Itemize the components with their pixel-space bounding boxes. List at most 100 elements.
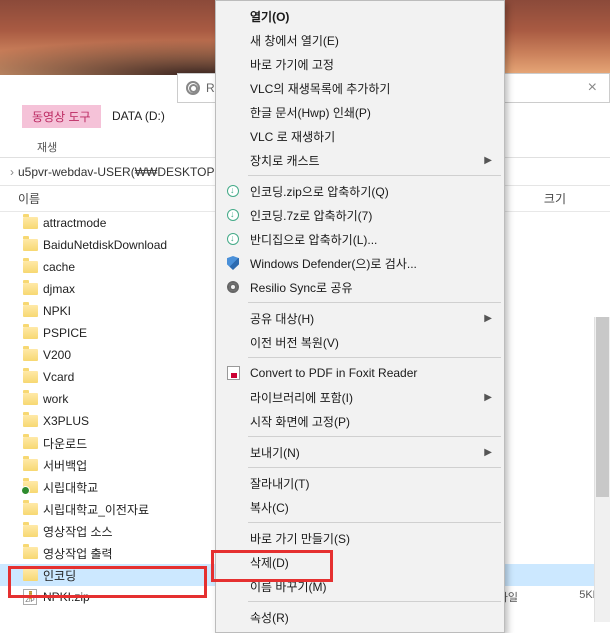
folder-icon [22, 545, 38, 561]
file-name: Vcard [43, 370, 74, 384]
file-name: PSPICE [43, 326, 87, 340]
context-menu-item[interactable]: 인코딩.zip으로 압축하기(Q) [218, 179, 502, 203]
menu-item-label: 새 창에서 열기(E) [250, 32, 339, 49]
context-menu-item[interactable]: 새 창에서 열기(E) [218, 28, 502, 52]
menu-item-label: 보내기(N) [250, 444, 300, 461]
file-name: 영상작업 소스 [43, 523, 113, 540]
menu-item-label: 바로 가기 만들기(S) [250, 530, 350, 547]
breadcrumb-segment[interactable]: u5pvr-webdav-USER(₩₩DESKTOP-CH [18, 165, 236, 179]
file-name: 시립대학교_이전자료 [43, 501, 149, 518]
ribbon-section-play: 재생 [37, 139, 57, 155]
menu-item-label: 열기(O) [250, 8, 289, 25]
menu-item-label: 인코딩.7z로 압축하기(7) [250, 207, 372, 224]
menu-separator [248, 436, 501, 437]
menu-item-label: 시작 화면에 고정(P) [250, 413, 350, 430]
menu-separator [248, 175, 501, 176]
folder-icon [22, 567, 38, 583]
context-menu-item[interactable]: VLC의 재생목록에 추가하기 [218, 76, 502, 100]
file-name: attractmode [43, 216, 106, 230]
menu-item-label: 잘라내기(T) [250, 475, 309, 492]
context-menu-item[interactable]: 바로 가기 만들기(S) [218, 526, 502, 550]
column-header-size[interactable]: 크기 [544, 190, 566, 207]
context-menu-item[interactable]: 시작 화면에 고정(P) [218, 409, 502, 433]
menu-separator [248, 601, 501, 602]
context-menu-item[interactable]: 속성(R) [218, 605, 502, 629]
menu-item-label: 라이브러리에 포함(I) [250, 389, 353, 406]
resilio-icon [186, 81, 200, 95]
folder-icon [22, 413, 38, 429]
context-menu-item[interactable]: 인코딩.7z로 압축하기(7) [218, 203, 502, 227]
column-header-name[interactable]: 이름 [0, 190, 200, 207]
file-name: work [43, 392, 68, 406]
context-menu-item[interactable]: 열기(O) [218, 4, 502, 28]
file-name: 영상작업 출력 [43, 545, 113, 562]
menu-item-label: 바로 가기에 고정 [250, 56, 334, 73]
archive-icon [225, 207, 241, 223]
context-menu-item[interactable]: 반디집으로 압축하기(L)... [218, 227, 502, 251]
folder-icon [22, 479, 38, 495]
folder-icon [22, 325, 38, 341]
resilio-icon [225, 279, 241, 295]
vertical-scrollbar[interactable] [594, 317, 610, 622]
context-menu-item[interactable]: VLC 로 재생하기 [218, 124, 502, 148]
close-icon[interactable]: × [584, 79, 601, 97]
file-name: 인코딩 [43, 567, 76, 584]
context-menu-item[interactable]: 공유 대상(H) ▶ [218, 306, 502, 330]
chevron-right-icon: ▶ [484, 155, 492, 166]
menu-item-label: VLC의 재생목록에 추가하기 [250, 80, 390, 97]
context-menu-item[interactable]: 복사(C) [218, 495, 502, 519]
folder-icon [22, 501, 38, 517]
sync-badge-icon [21, 486, 30, 495]
file-name: V200 [43, 348, 71, 362]
context-menu-item[interactable]: 잘라내기(T) [218, 471, 502, 495]
folder-icon [22, 259, 38, 275]
menu-item-label: 반디집으로 압축하기(L)... [250, 231, 377, 248]
file-name: BaiduNetdiskDownload [43, 238, 167, 252]
context-menu-item[interactable]: 라이브러리에 포함(I) ▶ [218, 385, 502, 409]
menu-item-label: 복사(C) [250, 499, 289, 516]
folder-icon [22, 303, 38, 319]
menu-separator [248, 467, 501, 468]
file-name: NPKI [43, 304, 71, 318]
context-menu-item[interactable]: Resilio Sync로 공유 [218, 275, 502, 299]
chevron-right-icon: ▶ [484, 447, 492, 458]
menu-item-label: VLC 로 재생하기 [250, 128, 335, 145]
context-menu-item[interactable]: 장치로 캐스트▶ [218, 148, 502, 172]
folder-icon [22, 369, 38, 385]
context-menu-item[interactable]: 바로 가기에 고정 [218, 52, 502, 76]
context-menu-item[interactable]: Windows Defender(으)로 검사... [218, 251, 502, 275]
folder-icon [22, 237, 38, 253]
menu-separator [248, 522, 501, 523]
folder-icon [22, 215, 38, 231]
context-menu-item[interactable]: 삭제(D) [218, 550, 502, 574]
context-menu-item[interactable]: 한글 문서(Hwp) 인쇄(P) [218, 100, 502, 124]
scrollbar-thumb[interactable] [596, 317, 609, 497]
menu-item-label: 이전 버전 복원(V) [250, 334, 339, 351]
folder-icon [22, 281, 38, 297]
shield-icon [225, 255, 241, 271]
folder-icon [22, 435, 38, 451]
ribbon-tab-video-tools[interactable]: 동영상 도구 [22, 105, 101, 128]
context-menu-item[interactable]: 이전 버전 복원(V) [218, 330, 502, 354]
context-menu: 열기(O) 새 창에서 열기(E) 바로 가기에 고정 VLC의 재생목록에 추가하기… [215, 0, 505, 633]
drive-label[interactable]: DATA (D:) [112, 109, 165, 123]
chevron-right-icon: ▶ [484, 392, 492, 403]
pdf-icon [225, 365, 241, 381]
archive-icon [225, 231, 241, 247]
file-name: X3PLUS [43, 414, 89, 428]
menu-item-label: Windows Defender(으)로 검사... [250, 255, 417, 272]
context-menu-item[interactable]: 보내기(N) ▶ [218, 440, 502, 464]
archive-icon [225, 183, 241, 199]
file-name: 다운로드 [43, 435, 87, 452]
file-name: NPKI.zip [43, 590, 90, 604]
menu-item-label: 공유 대상(H) [250, 310, 314, 327]
context-menu-item[interactable]: 이름 바꾸기(M) [218, 574, 502, 598]
context-menu-item[interactable]: Convert to PDF in Foxit Reader [218, 361, 502, 385]
chevron-right-icon: ▶ [484, 313, 492, 324]
menu-item-label: 삭제(D) [250, 554, 289, 571]
chevron-right-icon: › [10, 165, 14, 179]
file-name: cache [43, 260, 75, 274]
folder-icon [22, 523, 38, 539]
folder-icon [22, 391, 38, 407]
file-name: 시립대학교 [43, 479, 98, 496]
